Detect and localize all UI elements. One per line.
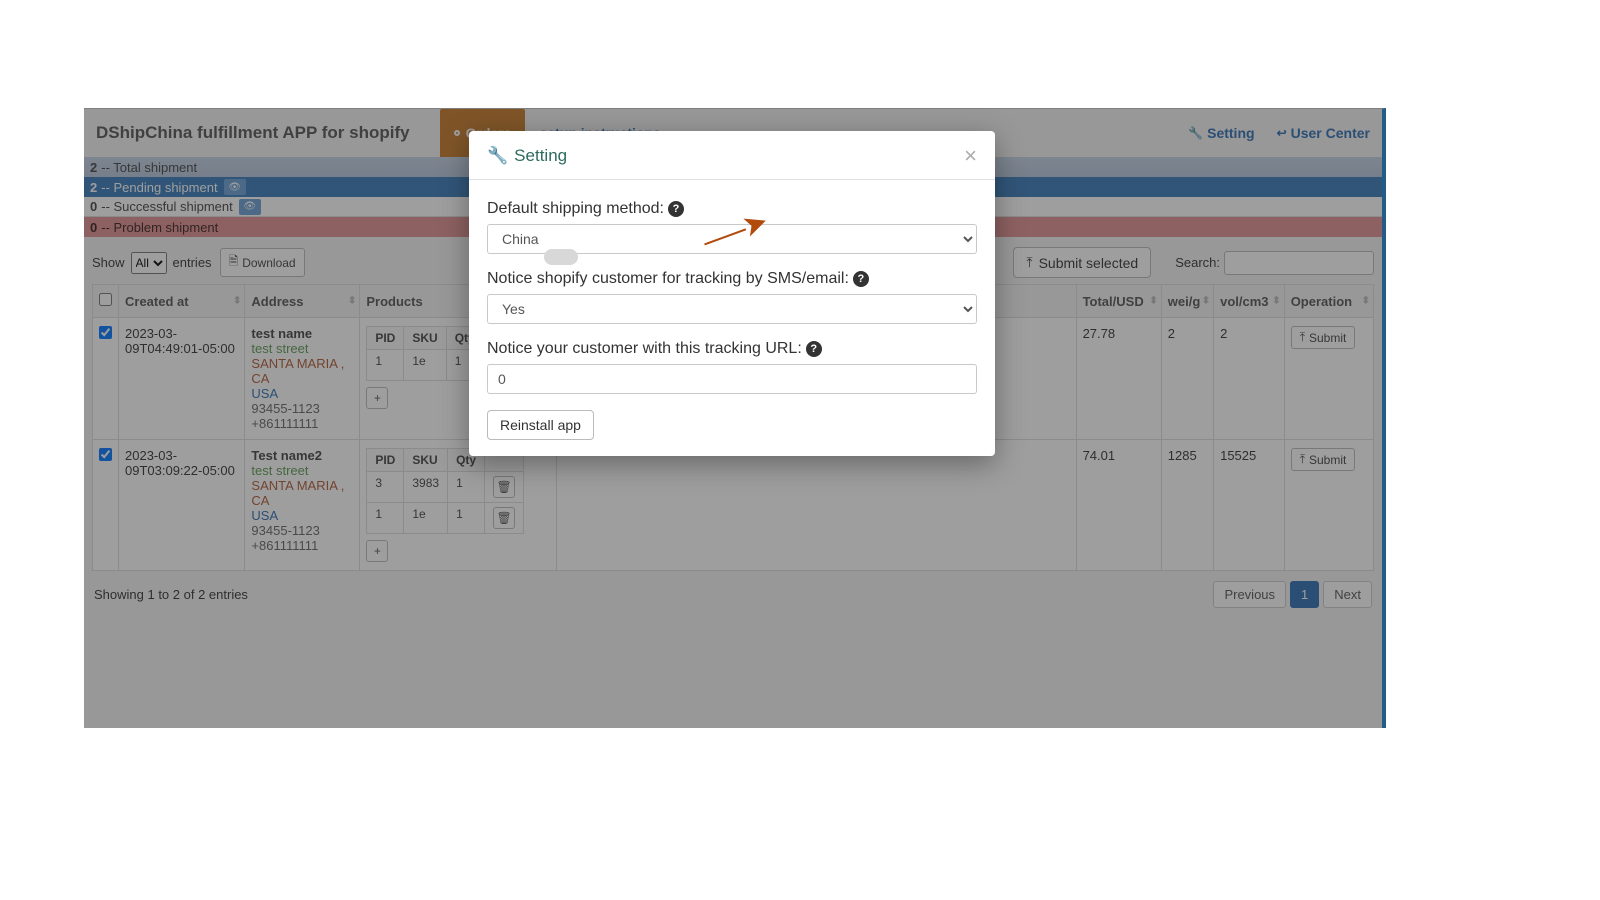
help-icon[interactable]: ? (806, 341, 822, 357)
reinstall-app-button[interactable]: Reinstall app (487, 410, 594, 440)
notify-sms-select[interactable]: Yes (487, 294, 977, 324)
help-icon[interactable]: ? (668, 201, 684, 217)
tracking-url-input[interactable] (487, 364, 977, 394)
settings-modal: 🔧Setting × Default shipping method: ? Ch… (469, 131, 995, 456)
modal-title: Setting (514, 146, 567, 166)
tracking-url-label: Notice your customer with this tracking … (487, 340, 802, 358)
help-icon[interactable]: ? (853, 271, 869, 287)
notify-sms-label: Notice shopify customer for tracking by … (487, 270, 849, 288)
close-icon[interactable]: × (964, 145, 977, 167)
shipping-method-label: Default shipping method: (487, 200, 664, 218)
redacted-smudge (544, 249, 578, 265)
wrench-icon: 🔧 (487, 146, 508, 166)
